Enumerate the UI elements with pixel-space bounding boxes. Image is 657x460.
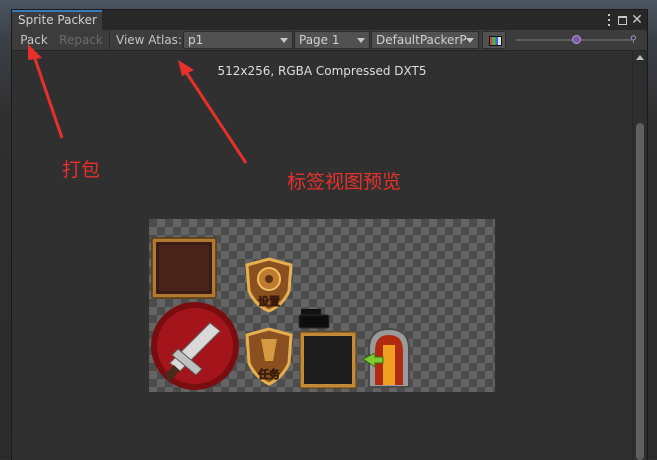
pack-arrow [28,44,64,139]
annotation-arrows [28,44,248,164]
preview-annotation: 标签视图预览 [287,171,402,193]
preview-arrow [178,60,248,164]
pack-annotation: 打包 [62,159,101,181]
